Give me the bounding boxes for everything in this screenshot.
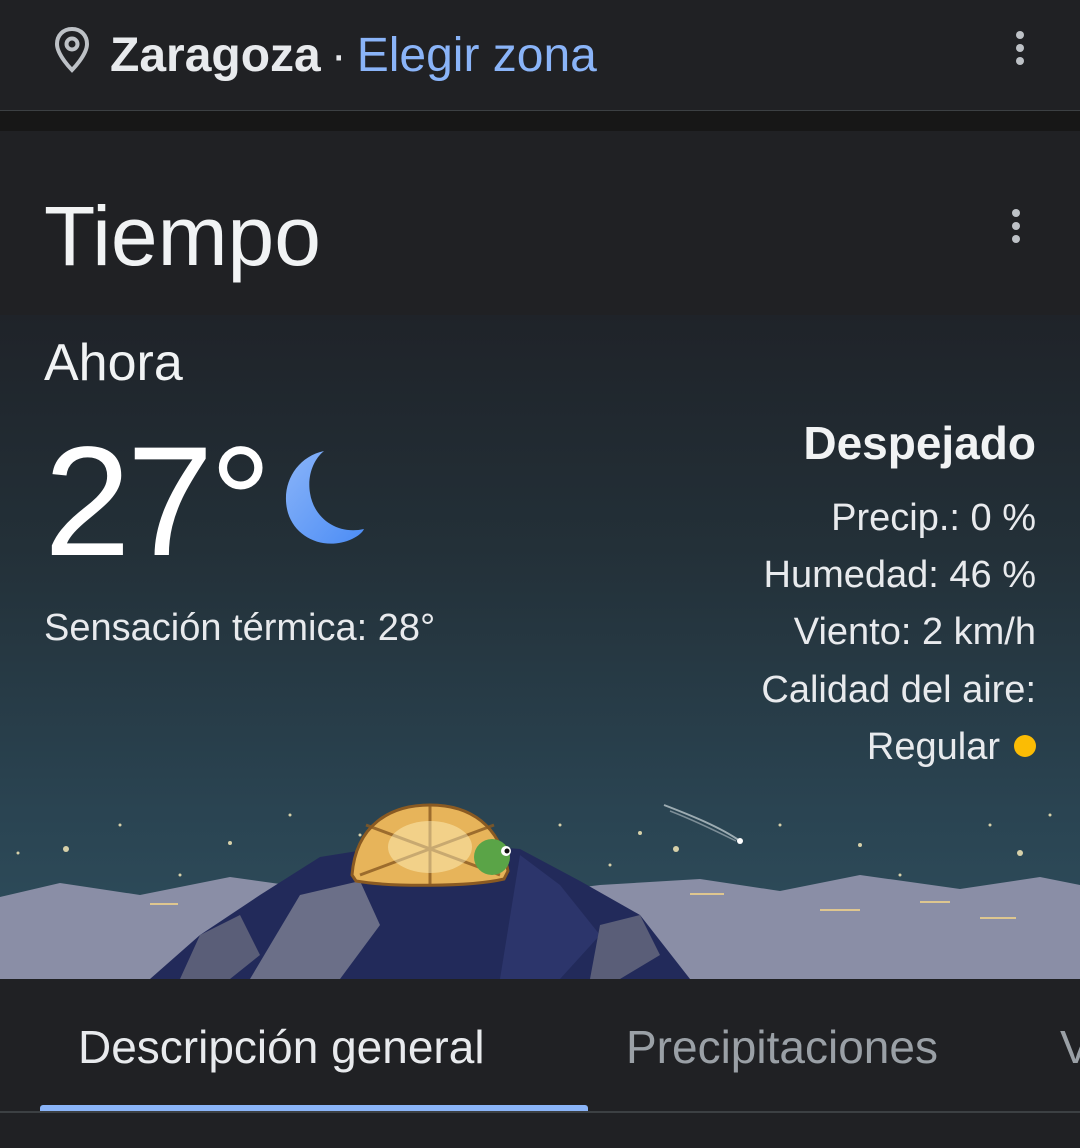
air-quality-label: Calidad del aire: [761,669,1036,711]
choose-zone-link[interactable]: Elegir zona [357,29,597,82]
card-menu-button[interactable] [1004,209,1028,253]
location-menu-button[interactable] [1008,31,1032,75]
air-quality-status-dot [1014,734,1036,757]
tab-precipitation[interactable]: Precipitaciones [626,1019,938,1075]
weather-card-header: Tiempo [0,131,1080,315]
weather-tabs: Descripción general Precipitaciones V [0,979,1080,1148]
tabs-divider [0,1111,1080,1113]
location-city: Zaragoza [110,29,321,82]
section-divider [0,111,1080,131]
condition-text: Despejado [803,417,1036,469]
humidity-value: Humedad: 46 % [763,554,1037,596]
card-title: Tiempo [44,189,321,283]
current-temperature: 27° [44,415,272,589]
more-vert-icon [1016,31,1024,39]
location-bar: Zaragoza · Elegir zona [0,0,1080,111]
moon-icon [285,451,364,544]
feels-like: Sensación térmica: 28° [44,607,436,649]
precipitation-value: Precip.: 0 % [831,497,1036,539]
more-vert-icon [1012,209,1020,217]
now-label: Ahora [44,334,183,392]
air-quality-row: Regular [867,722,1036,772]
night-scene-illustration [0,803,1080,979]
location-separator: · [330,29,347,82]
tab-wind[interactable]: V [1060,1019,1080,1075]
location-pin-icon [54,26,90,73]
current-conditions: Ahora 27° Sensación térmica: 28° Despeja… [0,315,1080,979]
tab-overview[interactable]: Descripción general [78,1019,485,1075]
weather-page: Zaragoza · Elegir zona Tiempo Ahora 27° Se… [0,0,1080,1148]
wind-value: Viento: 2 km/h [793,611,1036,653]
air-quality-value: Regular [866,726,1000,768]
location-line: Zaragoza · Elegir zona [110,26,597,86]
